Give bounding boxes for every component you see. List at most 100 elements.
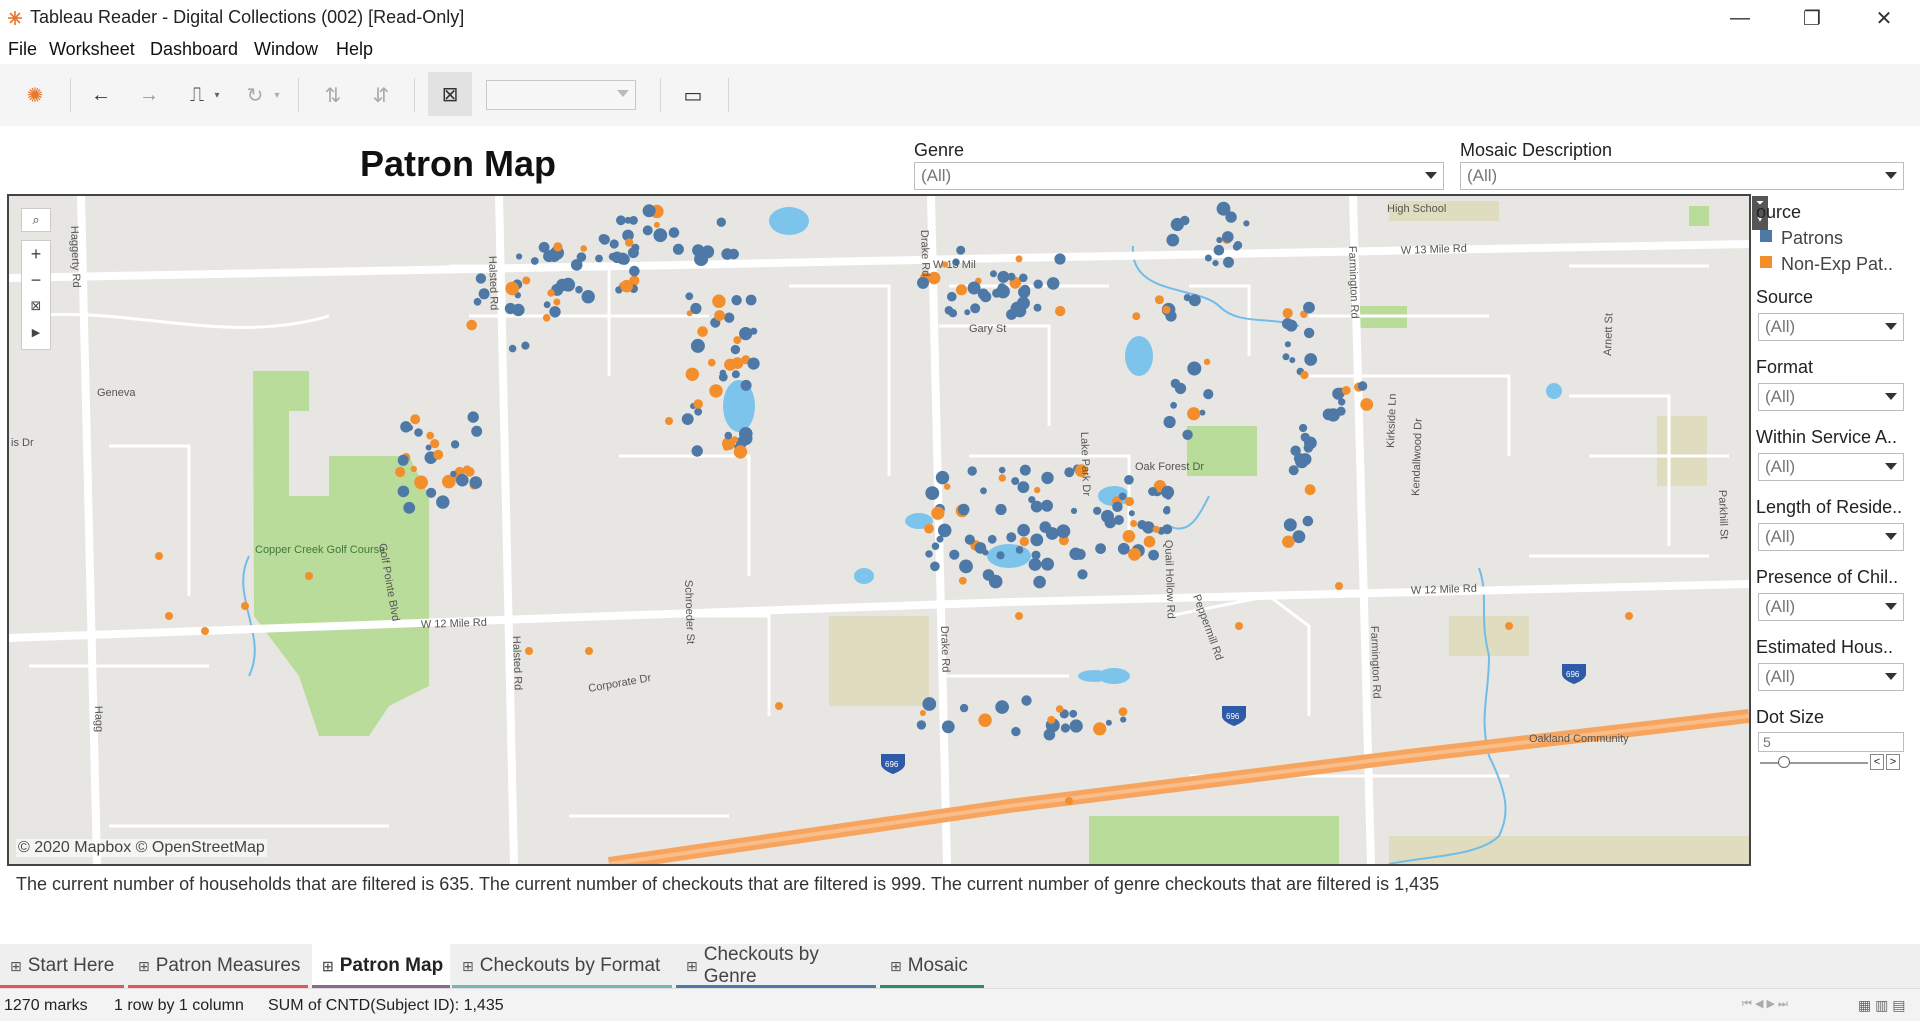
patron-dot[interactable]	[1033, 279, 1043, 289]
patron-dot[interactable]	[1041, 471, 1054, 485]
patron-dot[interactable]	[1283, 518, 1297, 532]
patron-dot[interactable]	[1011, 477, 1020, 486]
patron-dot[interactable]	[1302, 515, 1314, 527]
patron-dot[interactable]	[1137, 520, 1147, 530]
non-exp-patron-dot[interactable]	[978, 713, 992, 727]
service-area-filter-dropdown[interactable]: (All)	[1758, 453, 1904, 481]
close-button[interactable]: ✕	[1854, 0, 1914, 36]
non-exp-patron-dot[interactable]	[1154, 295, 1164, 305]
non-exp-patron-dot[interactable]	[931, 506, 945, 520]
non-exp-patron-dot[interactable]	[241, 602, 249, 610]
patron-dot[interactable]	[1148, 487, 1158, 496]
non-exp-patron-dot[interactable]	[1335, 582, 1343, 590]
patron-dot[interactable]	[426, 487, 437, 498]
patron-dot[interactable]	[959, 559, 973, 574]
patron-dot[interactable]	[747, 357, 760, 370]
patron-dot[interactable]	[598, 234, 608, 244]
patron-dot[interactable]	[672, 243, 684, 255]
patron-dot[interactable]	[624, 216, 632, 224]
map-search-icon[interactable]: ⌕	[21, 208, 51, 232]
non-exp-patron-dot[interactable]	[955, 284, 968, 296]
patron-dot[interactable]	[690, 338, 705, 353]
patron-dot[interactable]	[475, 273, 487, 284]
map-canvas[interactable]: High School W 13 Mile Rd W 13 Mil Hagger…	[9, 196, 1749, 864]
patron-dot[interactable]	[987, 534, 997, 544]
non-exp-patron-dot[interactable]	[714, 310, 725, 321]
non-exp-patron-dot[interactable]	[919, 710, 926, 716]
patron-dot[interactable]	[575, 285, 583, 294]
non-exp-patron-dot[interactable]	[414, 475, 428, 490]
non-exp-patron-dot[interactable]	[1122, 530, 1136, 543]
patron-dot[interactable]	[1046, 277, 1060, 290]
patron-dot[interactable]	[694, 407, 703, 416]
non-exp-patron-dot[interactable]	[426, 431, 435, 440]
non-exp-patron-dot[interactable]	[1162, 305, 1171, 314]
tab-checkouts-by-genre[interactable]: ⊞ Checkouts by Genre	[676, 944, 876, 988]
residence-filter-dropdown[interactable]: (All)	[1758, 523, 1904, 551]
patron-dot[interactable]	[473, 297, 482, 306]
zoom-out-icon[interactable]: −	[22, 267, 50, 293]
patron-map[interactable]: High School W 13 Mile Rd W 13 Mil Hagger…	[7, 194, 1751, 866]
non-exp-patron-dot[interactable]	[998, 474, 1006, 482]
patron-dot[interactable]	[543, 301, 551, 309]
patron-dot[interactable]	[956, 245, 966, 255]
children-filter-dropdown[interactable]: (All)	[1758, 593, 1904, 621]
patron-dot[interactable]	[1054, 253, 1066, 265]
sort-descending-icon[interactable]: ⇵	[362, 76, 400, 114]
page-nav-icon[interactable]: ⏮ ◀ ▶ ⏭	[1742, 997, 1788, 1011]
non-exp-patron-dot[interactable]	[430, 439, 440, 449]
patron-dot[interactable]	[1117, 542, 1130, 555]
patron-dot[interactable]	[724, 431, 733, 440]
non-exp-patron-dot[interactable]	[585, 647, 593, 655]
play-icon[interactable]: ▶	[22, 319, 50, 345]
patron-dot[interactable]	[931, 542, 940, 550]
patron-dot[interactable]	[997, 283, 1007, 292]
non-exp-patron-dot[interactable]	[462, 465, 472, 475]
non-exp-patron-dot[interactable]	[665, 417, 673, 425]
non-exp-patron-dot[interactable]	[958, 576, 967, 585]
patron-dot[interactable]	[530, 257, 539, 265]
dot-size-input[interactable]: 5	[1758, 732, 1904, 752]
patron-dot[interactable]	[1105, 719, 1112, 726]
non-exp-patron-dot[interactable]	[201, 627, 209, 635]
patron-dot[interactable]	[917, 276, 929, 289]
patron-dot[interactable]	[436, 495, 450, 509]
patron-dot[interactable]	[1120, 716, 1127, 723]
patron-dot[interactable]	[980, 291, 992, 303]
patron-dot[interactable]	[941, 720, 955, 734]
patron-dot[interactable]	[581, 290, 595, 304]
patron-dot[interactable]	[716, 217, 726, 227]
mosaic-filter-dropdown[interactable]: (All)	[1460, 162, 1904, 190]
clear-filters-icon[interactable]: ⊠	[428, 72, 472, 116]
patron-dot[interactable]	[1041, 557, 1054, 571]
non-exp-patron-dot[interactable]	[722, 443, 730, 451]
patron-dot[interactable]	[1077, 569, 1088, 580]
patron-dot[interactable]	[1203, 389, 1214, 400]
non-exp-patron-dot[interactable]	[1055, 305, 1066, 317]
non-exp-patron-dot[interactable]	[1065, 797, 1073, 805]
menu-worksheet[interactable]: Worksheet	[49, 39, 135, 60]
patron-dot[interactable]	[935, 470, 950, 485]
source-filter-dropdown[interactable]: (All)	[1758, 313, 1904, 341]
patron-dot[interactable]	[1069, 547, 1082, 561]
patron-dot[interactable]	[1019, 273, 1028, 283]
patron-dot[interactable]	[1216, 236, 1223, 244]
grid-view-icon[interactable]: ▦ ▥ ▤	[1858, 997, 1905, 1014]
patron-dot[interactable]	[990, 270, 997, 278]
patron-dot[interactable]	[1033, 303, 1042, 312]
non-exp-patron-dot[interactable]	[525, 647, 533, 655]
patron-dot[interactable]	[967, 466, 977, 476]
patron-dot[interactable]	[692, 244, 705, 257]
non-exp-patron-dot[interactable]	[410, 414, 421, 425]
patron-dot[interactable]	[1182, 429, 1193, 440]
patron-dot[interactable]	[1017, 481, 1030, 494]
menu-help[interactable]: Help	[336, 39, 373, 60]
tab-patron-measures[interactable]: ⊞ Patron Measures	[128, 944, 308, 988]
patron-dot[interactable]	[1018, 286, 1031, 299]
patron-dot[interactable]	[471, 425, 483, 437]
non-exp-patron-dot[interactable]	[1034, 486, 1041, 494]
patron-dot[interactable]	[414, 428, 423, 437]
patron-dot[interactable]	[403, 501, 416, 514]
menu-file[interactable]: File	[8, 39, 37, 60]
non-exp-patron-dot[interactable]	[553, 242, 563, 252]
